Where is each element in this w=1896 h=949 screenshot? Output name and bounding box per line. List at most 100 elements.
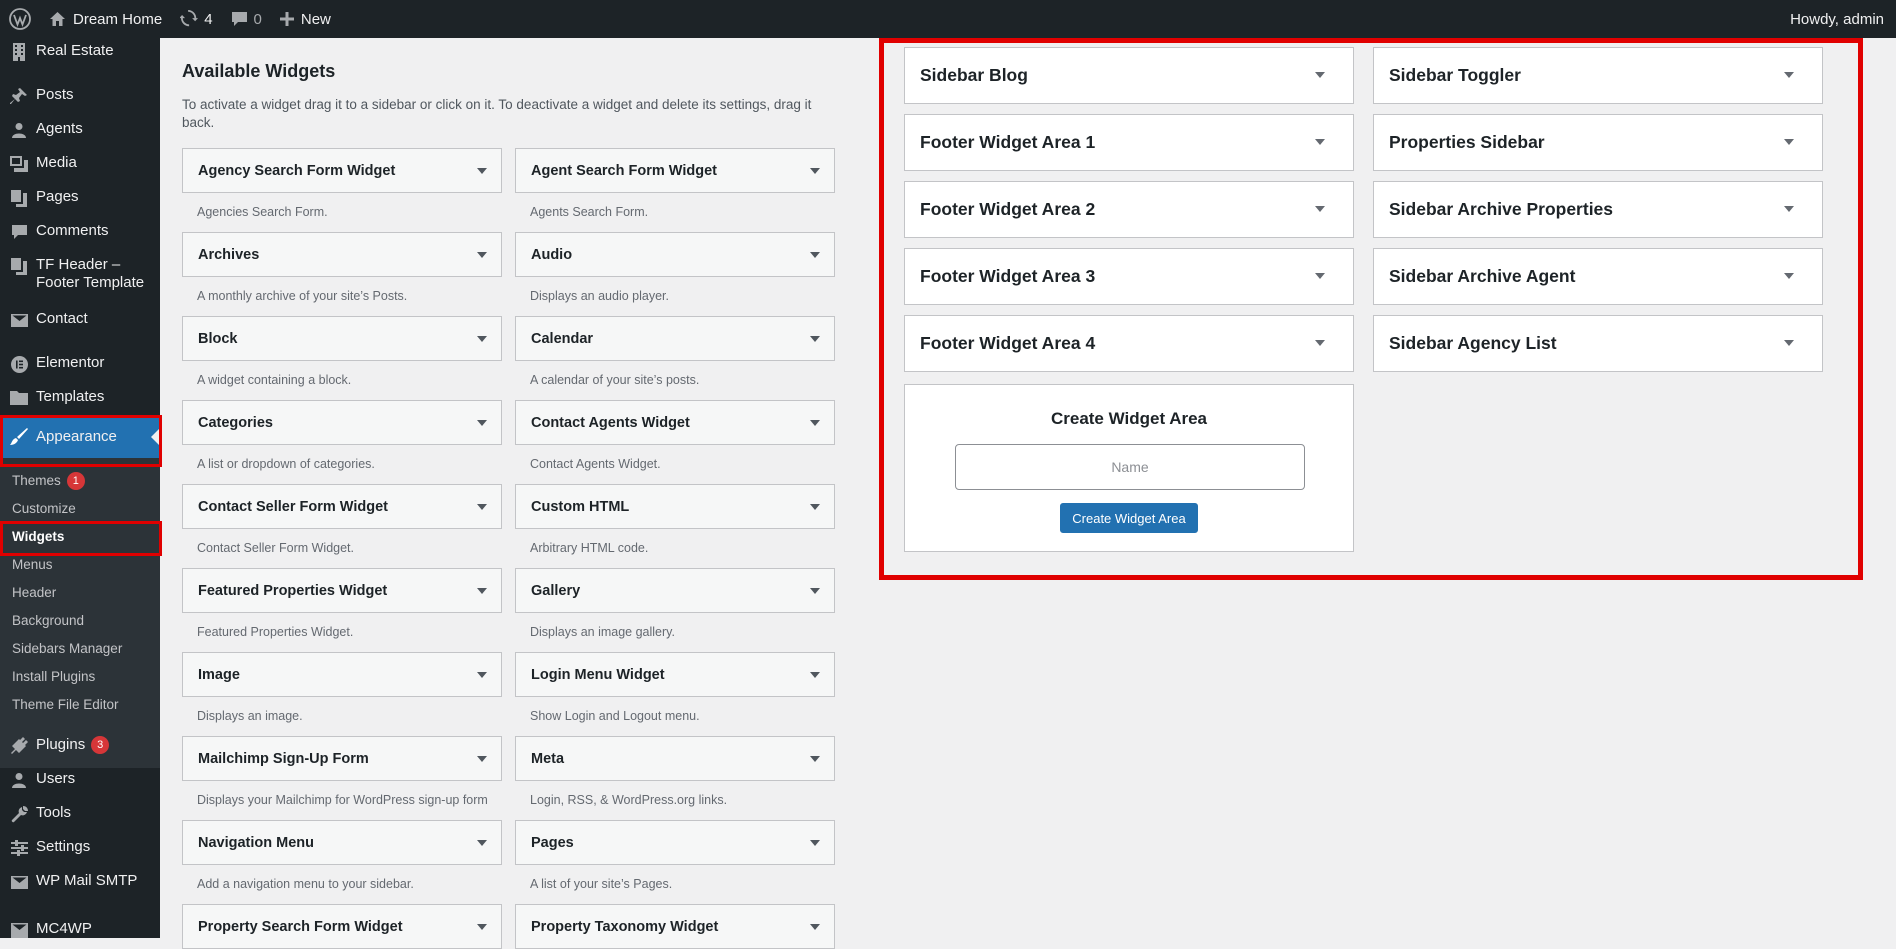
caret-down-icon[interactable] — [1315, 273, 1325, 279]
widget-item[interactable]: Agency Search Form Widget — [182, 148, 502, 193]
caret-down-icon[interactable] — [810, 840, 820, 846]
caret-down-icon[interactable] — [1315, 206, 1325, 212]
howdy-account-link[interactable]: Howdy, admin — [1781, 0, 1896, 38]
widget-item[interactable]: Navigation Menu — [182, 820, 502, 865]
sidebar-widget-area[interactable]: Sidebar Agency List — [1373, 315, 1823, 372]
widget-item[interactable]: Gallery — [515, 568, 835, 613]
widget-item[interactable]: Block — [182, 316, 502, 361]
menu-posts[interactable]: Posts — [0, 86, 160, 106]
caret-down-icon[interactable] — [1315, 72, 1325, 78]
menu-mc4wp[interactable]: MC4WP — [0, 920, 160, 940]
caret-down-icon[interactable] — [1784, 273, 1794, 279]
caret-down-icon[interactable] — [810, 672, 820, 678]
caret-down-icon[interactable] — [810, 756, 820, 762]
caret-down-icon[interactable] — [477, 168, 487, 174]
submenu-menus[interactable]: Menus — [12, 556, 53, 574]
sidebar-widget-area[interactable]: Footer Widget Area 4 — [904, 315, 1354, 372]
caret-down-icon[interactable] — [810, 924, 820, 930]
sidebar-widget-area[interactable]: Footer Widget Area 1 — [904, 114, 1354, 171]
comments-link[interactable]: 0 — [222, 0, 271, 38]
menu-settings[interactable]: Settings — [0, 838, 160, 858]
caret-down-icon[interactable] — [1315, 340, 1325, 346]
widget-item[interactable]: Featured Properties Widget — [182, 568, 502, 613]
menu-contact[interactable]: Contact — [0, 310, 160, 330]
widget-item[interactable]: Audio — [515, 232, 835, 277]
caret-down-icon[interactable] — [1784, 72, 1794, 78]
menu-templates[interactable]: Templates — [0, 388, 160, 408]
menu-agents[interactable]: Agents — [0, 120, 160, 140]
widget-item[interactable]: Pages — [515, 820, 835, 865]
sidebar-widget-area[interactable]: Sidebar Archive Properties — [1373, 181, 1823, 238]
create-widget-area-button[interactable]: Create Widget Area — [1060, 503, 1198, 533]
caret-down-icon[interactable] — [477, 336, 487, 342]
submenu-customize[interactable]: Customize — [12, 500, 76, 518]
widget-area-name-input[interactable] — [955, 444, 1305, 490]
submenu-install-plugins[interactable]: Install Plugins — [12, 668, 95, 686]
widget-item[interactable]: Login Menu Widget — [515, 652, 835, 697]
caret-down-icon[interactable] — [810, 336, 820, 342]
menu-wp-mail-smtp[interactable]: WP Mail SMTP — [0, 872, 160, 892]
sidebar-widget-area[interactable]: Footer Widget Area 2 — [904, 181, 1354, 238]
caret-down-icon[interactable] — [1784, 340, 1794, 346]
widget-item[interactable]: Agent Search Form Widget — [515, 148, 835, 193]
menu-tools[interactable]: Tools — [0, 804, 160, 824]
caret-down-icon[interactable] — [477, 672, 487, 678]
sidebar-widget-area[interactable]: Footer Widget Area 3 — [904, 248, 1354, 305]
widget-item[interactable]: Contact Agents Widget — [515, 400, 835, 445]
caret-down-icon[interactable] — [477, 504, 487, 510]
submenu-sidebars-manager[interactable]: Sidebars Manager — [12, 640, 122, 658]
menu-comments[interactable]: Comments — [0, 222, 160, 242]
widget-item[interactable]: Image — [182, 652, 502, 697]
widget-item[interactable]: Meta — [515, 736, 835, 781]
new-content-link[interactable]: New — [271, 0, 340, 38]
sidebar-widget-area[interactable]: Properties Sidebar — [1373, 114, 1823, 171]
caret-down-icon[interactable] — [477, 420, 487, 426]
widget-item[interactable]: Property Taxonomy Widget — [515, 904, 835, 949]
caret-down-icon[interactable] — [477, 924, 487, 930]
menu-tf-header-footer[interactable]: TF Header – Footer Template — [0, 256, 160, 292]
submenu-themes[interactable]: Themes 1 — [12, 472, 85, 490]
caret-down-icon[interactable] — [810, 252, 820, 258]
sidebar-widget-area[interactable]: Sidebar Toggler — [1373, 47, 1823, 104]
submenu-widgets[interactable]: Widgets — [12, 528, 64, 546]
widget-title: Categories — [198, 414, 273, 431]
caret-down-icon[interactable] — [477, 252, 487, 258]
widget-item[interactable]: Mailchimp Sign-Up Form — [182, 736, 502, 781]
caret-down-icon[interactable] — [810, 168, 820, 174]
sidebar-widget-area[interactable]: Sidebar Blog — [904, 47, 1354, 104]
caret-down-icon[interactable] — [477, 588, 487, 594]
caret-down-icon[interactable] — [810, 420, 820, 426]
submenu-theme-file-editor[interactable]: Theme File Editor — [12, 696, 119, 714]
menu-real-estate[interactable]: Real Estate — [0, 42, 160, 62]
caret-down-icon[interactable] — [1784, 206, 1794, 212]
caret-down-icon[interactable] — [1784, 139, 1794, 145]
menu-elementor[interactable]: Elementor — [0, 354, 160, 374]
widget-item[interactable]: Archives — [182, 232, 502, 277]
widget-item[interactable]: Calendar — [515, 316, 835, 361]
pages-icon — [0, 188, 36, 208]
create-widget-area-panel: Create Widget Area Create Widget Area — [904, 384, 1354, 552]
caret-down-icon[interactable] — [810, 504, 820, 510]
menu-plugins[interactable]: Plugins 3 — [0, 736, 160, 756]
menu-pages[interactable]: Pages — [0, 188, 160, 208]
submenu-header[interactable]: Header — [12, 584, 56, 602]
comments-count: 0 — [253, 10, 262, 28]
menu-media[interactable]: Media — [0, 154, 160, 174]
caret-down-icon[interactable] — [477, 756, 487, 762]
wordpress-logo-icon[interactable] — [0, 0, 40, 38]
widget-item[interactable]: Categories — [182, 400, 502, 445]
wrench-icon — [0, 804, 36, 824]
admin-menu: Real Estate Posts Agents Media Pages Com… — [0, 38, 160, 938]
caret-down-icon[interactable] — [1315, 139, 1325, 145]
site-name-link[interactable]: Dream Home — [40, 0, 171, 38]
widget-item[interactable]: Custom HTML — [515, 484, 835, 529]
sidebar-widget-area[interactable]: Sidebar Archive Agent — [1373, 248, 1823, 305]
caret-down-icon[interactable] — [810, 588, 820, 594]
widget-item[interactable]: Property Search Form Widget — [182, 904, 502, 949]
submenu-background[interactable]: Background — [12, 612, 84, 630]
caret-down-icon[interactable] — [477, 840, 487, 846]
updates-link[interactable]: 4 — [171, 0, 221, 38]
menu-users[interactable]: Users — [0, 770, 160, 790]
widget-item[interactable]: Contact Seller Form Widget — [182, 484, 502, 529]
menu-appearance[interactable]: Appearance — [0, 416, 160, 458]
